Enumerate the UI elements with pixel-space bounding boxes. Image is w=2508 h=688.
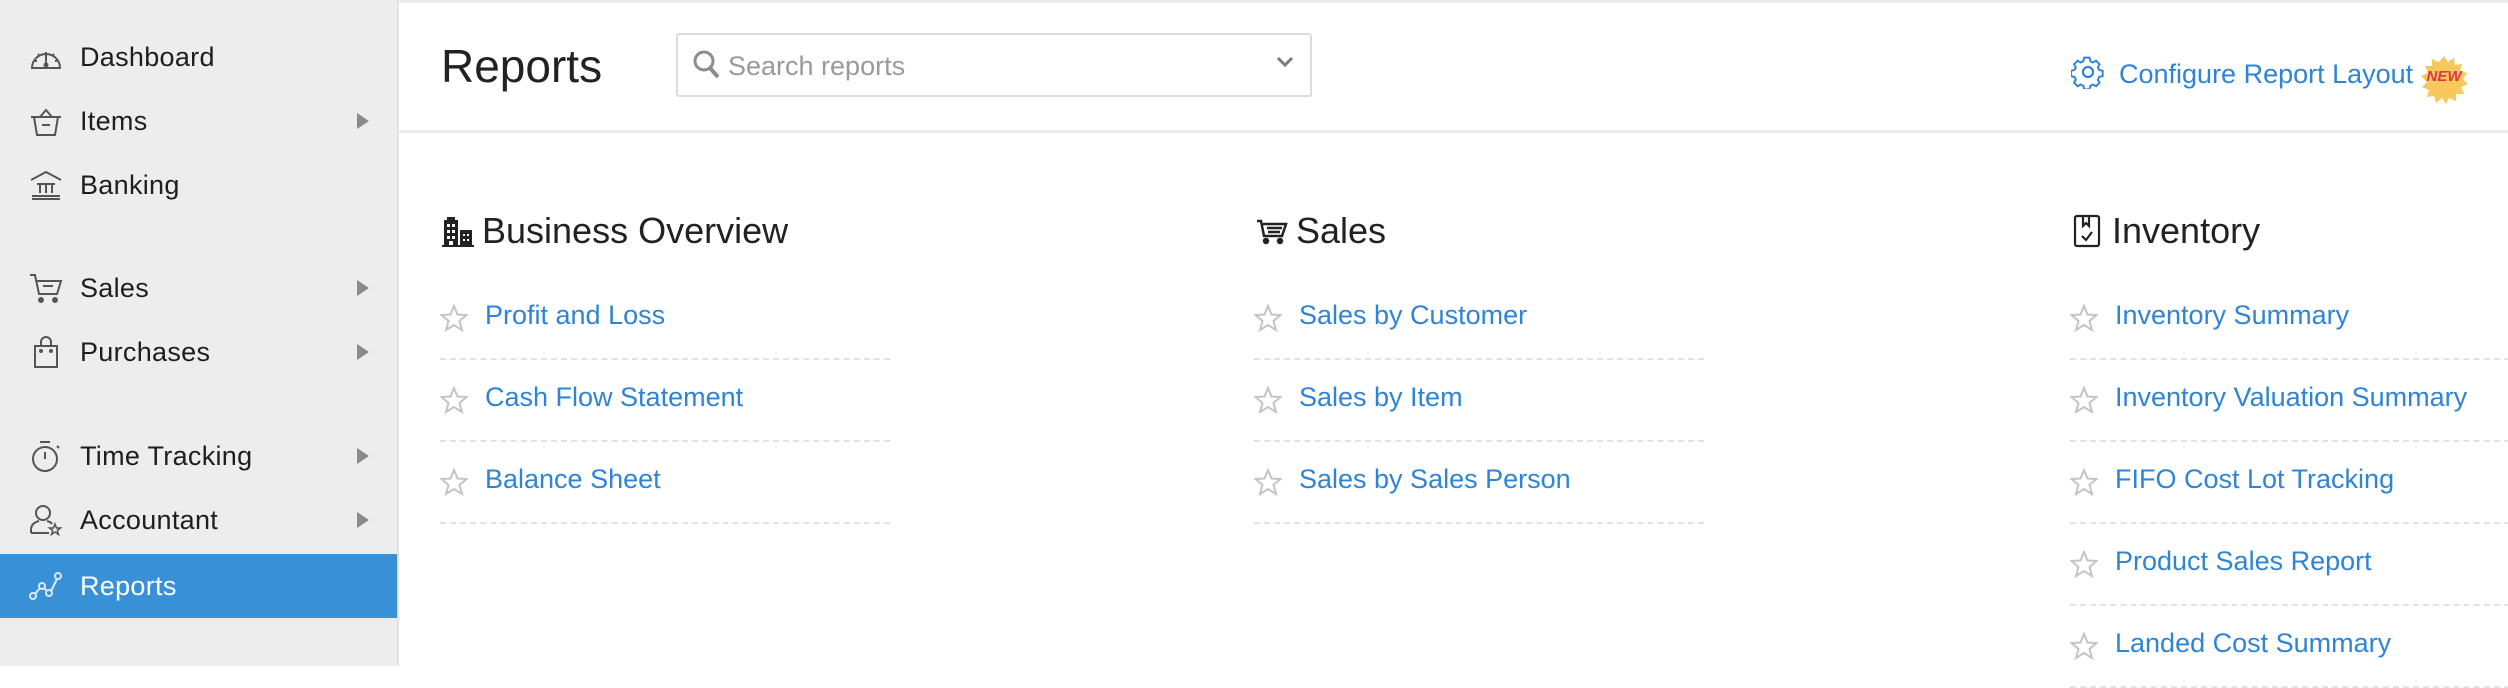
bank-icon (28, 167, 64, 203)
sidebar-item-dashboard[interactable]: Dashboard (0, 25, 397, 89)
report-link[interactable]: Sales by Item (1299, 382, 1463, 413)
star-favorite-icon[interactable] (438, 303, 470, 337)
report-link[interactable]: Cash Flow Statement (485, 382, 743, 413)
report-row: Profit and Loss (438, 278, 890, 360)
search-icon (692, 49, 722, 86)
star-favorite-icon[interactable] (1252, 385, 1284, 419)
search-input[interactable] (726, 45, 1250, 87)
star-favorite-icon[interactable] (2068, 385, 2100, 419)
section-title: Inventory (2112, 210, 2261, 251)
star-favorite-icon[interactable] (1252, 467, 1284, 501)
sidebar-item-label: Banking (80, 169, 180, 200)
sidebar-item-label: Purchases (80, 336, 211, 367)
submenu-arrow-icon[interactable] (357, 448, 369, 464)
submenu-arrow-icon[interactable] (357, 512, 369, 528)
submenu-arrow-icon[interactable] (357, 280, 369, 296)
report-link[interactable]: Inventory Summary (2115, 300, 2349, 331)
report-link[interactable]: Landed Cost Summary (2115, 628, 2391, 659)
buildings-icon (440, 213, 476, 249)
sidebar-item-sales[interactable]: Sales (0, 256, 397, 320)
star-favorite-icon[interactable] (2068, 631, 2100, 665)
sidebar-item-time-tracking[interactable]: Time Tracking (0, 424, 397, 488)
sidebar-item-items[interactable]: Items (0, 89, 397, 153)
section-inventory: Inventory Inventory Summary Inventory Va… (2068, 206, 2508, 688)
dashboard-icon (28, 39, 64, 75)
report-row: Sales by Customer (1252, 278, 1704, 360)
configure-report-layout-button[interactable]: Configure Report Layout (2070, 55, 2414, 94)
sidebar-item-label: Time Tracking (80, 440, 253, 471)
sidebar-item-label: Sales (80, 272, 150, 303)
report-link[interactable]: FIFO Cost Lot Tracking (2115, 464, 2394, 495)
section-title: Sales (1296, 210, 1387, 251)
gear-icon (2070, 55, 2105, 94)
chevron-down-icon[interactable] (1276, 55, 1294, 74)
sidebar-item-accountant[interactable]: Accountant (0, 488, 397, 552)
star-favorite-icon[interactable] (438, 467, 470, 501)
star-favorite-icon[interactable] (1252, 303, 1284, 337)
report-row: Sales by Item (1252, 360, 1704, 442)
reports-chart-icon (28, 568, 64, 604)
report-row: Inventory Summary (2068, 278, 2508, 360)
new-badge-label: NEW (2426, 68, 2462, 85)
sidebar-item-banking[interactable]: Banking (0, 153, 397, 217)
inventory-icon (2070, 213, 2106, 249)
star-favorite-icon[interactable] (2068, 467, 2100, 501)
report-link[interactable]: Inventory Valuation Summary (2115, 382, 2467, 413)
submenu-arrow-icon[interactable] (357, 344, 369, 360)
report-row: Cash Flow Statement (438, 360, 890, 442)
sidebar-item-label: Accountant (80, 504, 219, 535)
accountant-icon (28, 502, 64, 538)
section-business-overview: Business Overview Profit and Loss Cash F… (438, 206, 890, 524)
report-row: Sales by Sales Person (1252, 442, 1704, 524)
report-link[interactable]: Product Sales Report (2115, 546, 2372, 577)
search-box[interactable] (676, 33, 1312, 97)
sidebar: Dashboard Items Banking Sales Purchases … (0, 0, 399, 666)
section-title: Business Overview (482, 210, 789, 251)
cart-icon (28, 270, 64, 306)
submenu-arrow-icon[interactable] (357, 113, 369, 129)
star-favorite-icon[interactable] (2068, 549, 2100, 583)
star-favorite-icon[interactable] (438, 385, 470, 419)
report-row: Balance Sheet (438, 442, 890, 524)
sidebar-item-label: Reports (80, 570, 177, 601)
sidebar-item-label: Items (80, 105, 148, 136)
report-row: Inventory Valuation Summary (2068, 360, 2508, 442)
basket-icon (28, 103, 64, 139)
shopping-bag-icon (28, 334, 64, 370)
sidebar-item-purchases[interactable]: Purchases (0, 320, 397, 384)
page-header: Reports Configure Report Layout NEW (399, 3, 2508, 133)
page-title: Reports (441, 40, 603, 92)
report-link[interactable]: Balance Sheet (485, 464, 661, 495)
report-row: Product Sales Report (2068, 524, 2508, 606)
sidebar-item-reports[interactable]: Reports (0, 554, 397, 618)
report-link[interactable]: Profit and Loss (485, 300, 665, 331)
report-row: Landed Cost Summary (2068, 606, 2508, 688)
report-link[interactable]: Sales by Sales Person (1299, 464, 1571, 495)
report-link[interactable]: Sales by Customer (1299, 300, 1527, 331)
new-badge: NEW (2419, 55, 2469, 105)
section-sales: Sales Sales by Customer Sales by Item Sa… (1252, 206, 1704, 524)
cart-icon (1254, 213, 1290, 249)
sidebar-item-label: Dashboard (80, 41, 215, 72)
star-favorite-icon[interactable] (2068, 303, 2100, 337)
stopwatch-icon (28, 438, 64, 474)
configure-report-layout-label: Configure Report Layout (2119, 59, 2414, 89)
report-row: FIFO Cost Lot Tracking (2068, 442, 2508, 524)
